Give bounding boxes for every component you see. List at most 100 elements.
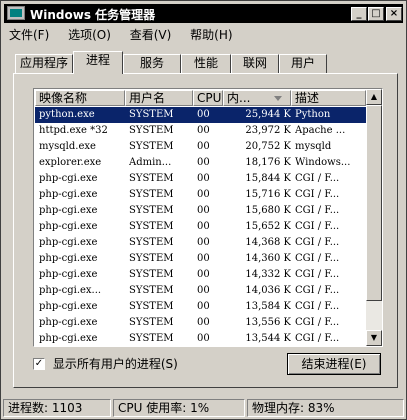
tab-networking[interactable]: 联网 — [231, 54, 279, 73]
process-row[interactable]: php-cgi.exe SYSTEM 00 15,652 K CGI / F... — [35, 219, 366, 235]
process-cpu: 00 — [197, 301, 210, 312]
column-image-name[interactable]: 映像名称 — [35, 90, 125, 106]
process-cpu: 00 — [197, 317, 210, 328]
process-image-name: php-cgi.exe — [39, 317, 98, 328]
process-image-name: php-cgi.exe — [39, 269, 98, 280]
process-cpu: 00 — [197, 221, 210, 232]
column-cpu[interactable]: CPU — [193, 90, 223, 106]
process-user: Admin... — [129, 157, 172, 168]
menu-file[interactable]: 文件(F) — [9, 26, 49, 44]
process-row[interactable]: php-cgi.exe SYSTEM 00 13,556 K CGI / F... — [35, 315, 366, 331]
process-user: SYSTEM — [129, 221, 174, 232]
process-description: CGI / F... — [295, 253, 340, 264]
process-user: SYSTEM — [129, 285, 174, 296]
process-image-name: php-cgi.exe — [39, 253, 98, 264]
process-user: SYSTEM — [129, 269, 174, 280]
status-bar: 进程数: 1103 CPU 使用率: 1% 物理内存: 83% — [3, 399, 404, 417]
process-image-name: php-cgi.exe — [39, 221, 98, 232]
process-description: CGI / F... — [295, 173, 340, 184]
process-row[interactable]: php-cgi.exe SYSTEM 00 15,716 K CGI / F... — [35, 187, 366, 203]
process-list[interactable]: 映像名称 用户名 CPU 内... 描述 python.exe SYSTEM 00 2… — [33, 88, 383, 347]
process-row[interactable]: php-cgi.exe SYSTEM 00 14,332 K CGI / F... — [35, 267, 366, 283]
process-row[interactable]: php-cgi.exe SYSTEM 00 13,544 K CGI / F... — [35, 331, 366, 345]
process-user: SYSTEM — [129, 125, 174, 136]
process-description: CGI / F... — [295, 317, 340, 328]
process-row[interactable]: httpd.exe *32 SYSTEM 00 23,972 K Apache ... — [35, 123, 366, 139]
process-row[interactable]: php-cgi.exe SYSTEM 00 13,584 K CGI / F... — [35, 299, 366, 315]
process-image-name: php-cgi.ex... — [39, 285, 102, 296]
show-all-users-checkbox[interactable]: ✓ — [33, 357, 45, 370]
process-image-name: php-cgi.exe — [39, 189, 98, 200]
process-user: SYSTEM — [129, 253, 174, 264]
process-description: CGI / F... — [295, 333, 340, 344]
process-row[interactable]: mysqld.exe SYSTEM 00 20,752 K mysqld — [35, 139, 366, 155]
process-row[interactable]: explorer.exe Admin... 00 18,176 K Windows... — [35, 155, 366, 171]
column-description[interactable]: 描述 — [291, 90, 366, 106]
process-cpu: 00 — [197, 173, 210, 184]
tab-applications[interactable]: 应用程序 — [15, 54, 73, 73]
triangle-down-icon — [274, 96, 282, 101]
scroll-down-button[interactable]: ▼ — [366, 330, 382, 346]
process-rows: python.exe SYSTEM 00 25,944 K Python httpd.ex… — [35, 107, 366, 345]
process-description: mysqld — [295, 141, 332, 152]
process-cpu: 00 — [197, 285, 210, 296]
column-header-row: 映像名称 用户名 CPU 内... 描述 — [35, 90, 366, 106]
process-row[interactable]: php-cgi.exe SYSTEM 00 15,844 K CGI / F... — [35, 171, 366, 187]
tab-services[interactable]: 服务 — [123, 54, 181, 73]
status-cpu-usage: CPU 使用率: 1% — [113, 399, 245, 417]
scroll-up-button[interactable]: ▲ — [366, 89, 382, 105]
title-bar[interactable]: Windows 任务管理器 _ □ × — [4, 4, 403, 23]
tab-processes[interactable]: 进程 — [73, 51, 123, 74]
window-title: Windows 任务管理器 — [30, 8, 156, 22]
menu-view[interactable]: 查看(V) — [130, 26, 172, 44]
process-image-name: mysqld.exe — [39, 141, 96, 152]
process-user: SYSTEM — [129, 141, 174, 152]
menu-help[interactable]: 帮助(H) — [190, 26, 232, 44]
process-row[interactable]: php-cgi.ex... SYSTEM 00 14,036 K CGI / F... — [35, 283, 366, 299]
tab-performance[interactable]: 性能 — [181, 54, 231, 73]
close-button[interactable]: × — [386, 7, 402, 21]
process-user: SYSTEM — [129, 317, 174, 328]
task-manager-icon — [7, 6, 25, 20]
process-memory: 23,972 K — [245, 125, 291, 136]
process-cpu: 00 — [197, 269, 210, 280]
process-memory: 14,368 K — [245, 237, 291, 248]
process-description: CGI / F... — [295, 221, 340, 232]
process-memory: 14,332 K — [245, 269, 291, 280]
process-image-name: php-cgi.exe — [39, 173, 98, 184]
maximize-button[interactable]: □ — [368, 7, 384, 21]
process-row[interactable]: php-cgi.exe SYSTEM 00 14,368 K CGI / F... — [35, 235, 366, 251]
end-process-button[interactable]: 结束进程(E) — [287, 353, 381, 375]
process-description: Python — [295, 109, 331, 120]
process-image-name: php-cgi.exe — [39, 333, 98, 344]
tab-users[interactable]: 用户 — [279, 54, 327, 73]
process-image-name: httpd.exe *32 — [39, 125, 108, 136]
process-row[interactable]: python.exe SYSTEM 00 25,944 K Python — [35, 107, 366, 123]
process-image-name: php-cgi.exe — [39, 301, 98, 312]
process-cpu: 00 — [197, 205, 210, 216]
process-cpu: 00 — [197, 109, 210, 120]
minimize-button[interactable]: _ — [351, 7, 367, 21]
show-all-users-option[interactable]: ✓ 显示所有用户的进程(S) — [33, 355, 178, 371]
column-user-name[interactable]: 用户名 — [125, 90, 193, 106]
process-description: CGI / F... — [295, 189, 340, 200]
process-image-name: php-cgi.exe — [39, 237, 98, 248]
process-user: SYSTEM — [129, 189, 174, 200]
process-description: CGI / F... — [295, 205, 340, 216]
process-description: CGI / F... — [295, 285, 340, 296]
process-memory: 25,944 K — [245, 109, 291, 120]
menu-options[interactable]: 选项(O) — [68, 26, 111, 44]
status-memory-usage: 物理内存: 83% — [247, 399, 404, 417]
process-cpu: 00 — [197, 237, 210, 248]
process-row[interactable]: php-cgi.exe SYSTEM 00 14,360 K CGI / F... — [35, 251, 366, 267]
process-user: SYSTEM — [129, 237, 174, 248]
scroll-thumb[interactable] — [366, 105, 382, 301]
vertical-scrollbar[interactable]: ▲ ▼ — [366, 89, 382, 346]
process-memory: 14,360 K — [245, 253, 291, 264]
process-user: SYSTEM — [129, 109, 174, 120]
process-cpu: 00 — [197, 141, 210, 152]
process-cpu: 00 — [197, 333, 210, 344]
column-memory[interactable]: 内... — [223, 90, 291, 106]
process-memory: 20,752 K — [245, 141, 291, 152]
process-row[interactable]: php-cgi.exe SYSTEM 00 15,680 K CGI / F... — [35, 203, 366, 219]
